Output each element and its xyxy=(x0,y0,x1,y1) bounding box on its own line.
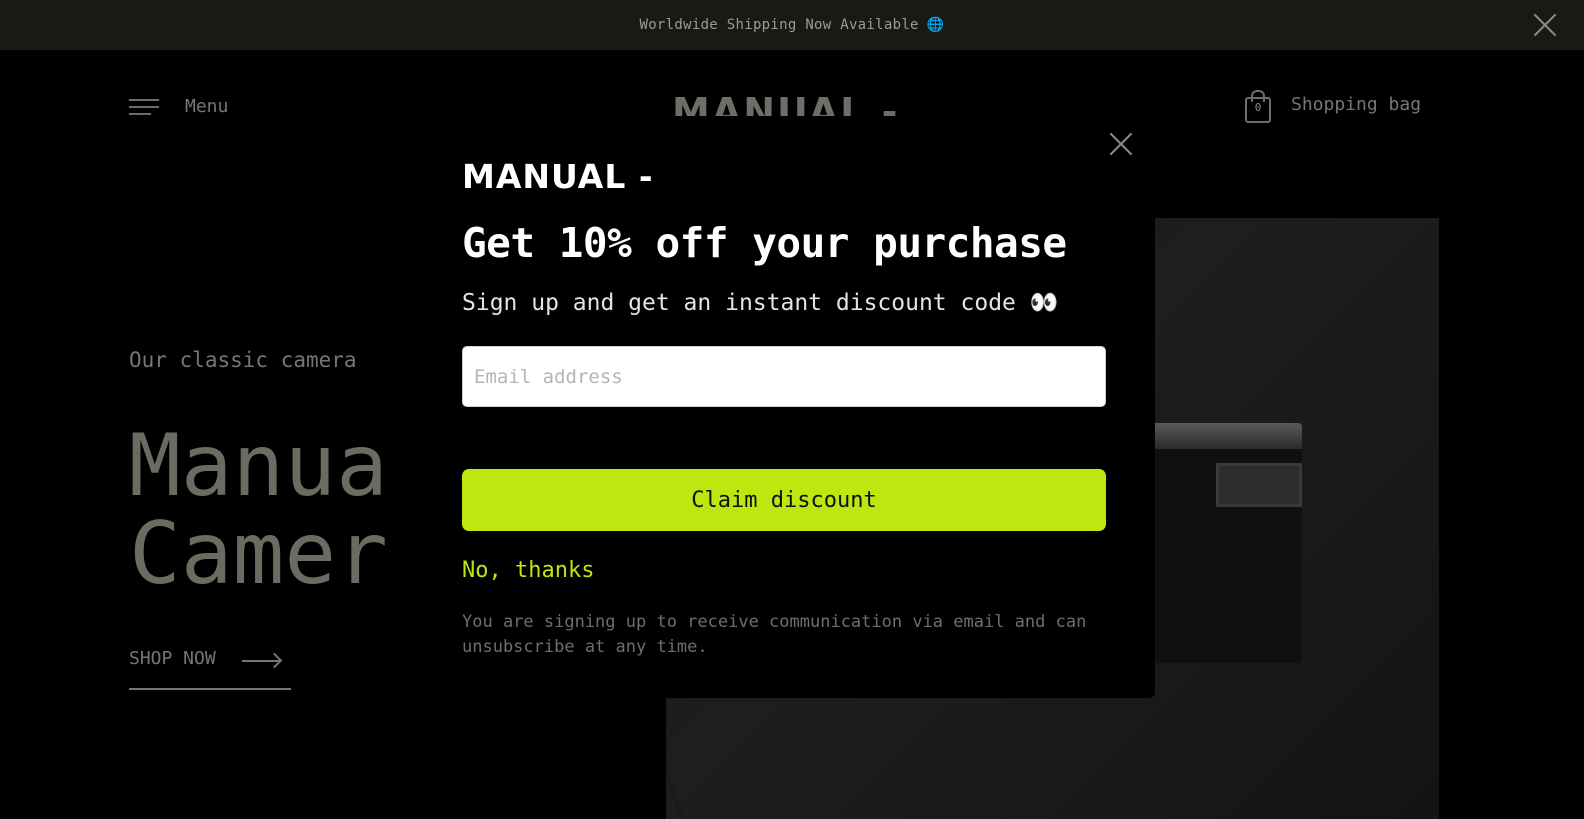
no-thanks-link[interactable]: No, thanks xyxy=(462,558,594,583)
email-input[interactable] xyxy=(462,346,1106,407)
modal-title: Get 10% off your purchase xyxy=(462,219,1067,267)
camera-strap xyxy=(666,681,811,819)
hero-title-line1: Manua xyxy=(129,422,388,516)
modal-subtitle-text: Sign up and get an instant discount code xyxy=(462,290,1016,316)
hamburger-icon xyxy=(129,98,159,116)
globe-icon: 🌐 xyxy=(926,17,945,33)
disclaimer-text: You are signing up to receive communicat… xyxy=(462,612,1087,657)
shop-now-link[interactable]: SHOP NOW xyxy=(129,648,291,690)
bag-count: 0 xyxy=(1254,101,1262,114)
hero-subtitle: Our classic camera xyxy=(129,348,357,372)
eyes-icon: 👀 xyxy=(1029,290,1059,316)
bag-icon: 0 xyxy=(1244,90,1271,123)
announcement-text: Worldwide Shipping Now Available xyxy=(639,17,919,33)
site-logo[interactable]: MANUAL - xyxy=(672,90,899,116)
menu-label: Menu xyxy=(185,96,229,117)
hero-title: Manua Camer xyxy=(129,422,409,598)
hero-title-line2: Camer xyxy=(129,504,388,598)
arrow-right-icon xyxy=(241,648,282,668)
claim-discount-button[interactable]: Claim discount xyxy=(462,469,1106,531)
modal-close-icon[interactable] xyxy=(1109,131,1135,157)
modal-logo: MANUAL - xyxy=(462,157,654,196)
menu-button[interactable]: Menu xyxy=(129,96,228,117)
shopping-bag-button[interactable]: 0 Shopping bag xyxy=(1244,90,1422,123)
discount-modal: MANUAL - Get 10% off your purchase Sign … xyxy=(409,131,1155,698)
bag-label: Shopping bag xyxy=(1291,93,1422,115)
announcement-bar: Worldwide Shipping Now Available 🌐 xyxy=(0,0,1584,50)
close-icon[interactable] xyxy=(1532,12,1558,38)
modal-subtitle: Sign up and get an instant discount code… xyxy=(462,289,1058,316)
shop-now-label: SHOP NOW xyxy=(129,648,216,669)
